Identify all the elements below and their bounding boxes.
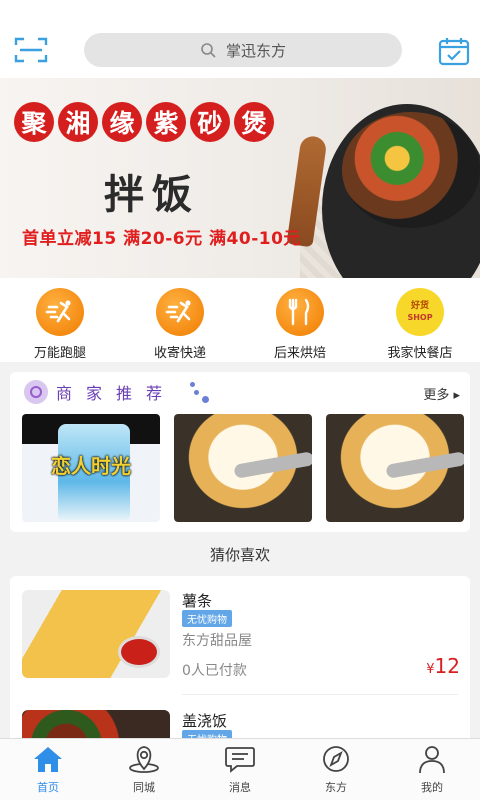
home-icon — [34, 747, 62, 772]
product-tag: 无忧购物 — [182, 610, 232, 627]
tab-local[interactable]: 同城 — [96, 739, 192, 800]
quick-item-label: 我家快餐店 — [387, 346, 453, 361]
banner-title-char: 缘 — [102, 102, 142, 142]
product-name: 盖浇饭 — [182, 712, 228, 730]
badge-shop-text: SHOP — [407, 313, 433, 322]
banner-promo-text: 首单立减15 满20-6元 满40-10元 — [22, 229, 301, 249]
banner-title-char: 砂 — [190, 102, 230, 142]
quick-item-fastfood[interactable]: 好货 SHOP 我家快餐店 — [360, 278, 480, 362]
quick-item-errand[interactable]: 万能跑腿 — [0, 278, 120, 362]
quick-item-label: 万能跑腿 — [33, 346, 86, 361]
merchant-card[interactable]: 恋人时光 — [22, 414, 160, 522]
product-list: 薯条 无忧购物 东方甜品屋 0人已付款 ¥12 盖浇饭 无忧购物 — [10, 576, 470, 746]
section-title-char: 家 — [86, 384, 103, 403]
banner-bibimbap-image — [342, 112, 480, 228]
merchant-recommend-section: 商家推荐 更多 ▸ 恋人时光 — [10, 372, 470, 532]
message-icon — [225, 747, 255, 773]
tab-profile[interactable]: 我的 — [384, 739, 480, 800]
section-title-char: 推 — [116, 384, 133, 403]
shop-badge-icon: 好货 SHOP — [396, 288, 444, 336]
runner-icon — [36, 288, 84, 336]
banner-title-char: 紫 — [146, 102, 186, 142]
user-icon — [419, 746, 445, 774]
banner-title: 聚 湘 缘 紫 砂 煲 — [14, 102, 278, 142]
quick-item-bakery[interactable]: 后来烘焙 — [240, 278, 360, 362]
quick-item-express[interactable]: 收寄快递 — [120, 278, 240, 362]
top-bar: 掌迅东方 — [0, 0, 480, 78]
section-title-char: 商 — [56, 384, 73, 403]
more-link[interactable]: 更多 ▸ — [423, 384, 460, 403]
compass-icon — [323, 746, 349, 772]
bottom-tab-bar: 首页 同城 消息 东方 我的 — [0, 738, 480, 800]
divider — [182, 694, 458, 695]
location-icon — [129, 746, 159, 773]
merchant-card[interactable] — [174, 414, 312, 522]
merchant-cards: 恋人时光 — [22, 414, 464, 522]
badge-top-text: 好货 — [410, 301, 429, 311]
tab-label: 东方 — [325, 781, 347, 794]
scan-icon[interactable] — [14, 36, 48, 64]
banner-title-char: 湘 — [58, 102, 98, 142]
merchant-recommend-header: 商家推荐 — [24, 380, 176, 404]
product-paid-count: 0人已付款 — [182, 663, 247, 679]
target-icon — [24, 380, 48, 404]
price-value: 12 — [434, 654, 460, 678]
search-icon — [201, 43, 216, 58]
tab-label: 首页 — [37, 781, 59, 794]
fork-knife-icon — [276, 288, 324, 336]
tab-label: 我的 — [421, 781, 443, 794]
banner-subtitle: 拌饭 — [104, 171, 200, 218]
product-image — [22, 590, 170, 678]
calendar-check-icon[interactable] — [438, 36, 470, 66]
price-currency: ¥ — [426, 662, 435, 677]
product-row[interactable]: 薯条 无忧购物 东方甜品屋 0人已付款 ¥12 — [10, 576, 470, 695]
merchant-card-caption: 恋人时光 — [51, 454, 131, 478]
banner-title-char: 煲 — [234, 102, 274, 142]
guess-you-like-title: 猜你喜欢 — [209, 546, 270, 564]
product-shop: 东方甜品屋 — [182, 633, 252, 649]
section-title: 商家推荐 — [56, 380, 176, 404]
section-title-char: 荐 — [146, 384, 163, 403]
decorative-dots — [188, 382, 209, 403]
tab-label: 消息 — [229, 781, 251, 794]
product-name: 薯条 — [182, 592, 213, 610]
dessert-image — [233, 451, 312, 479]
product-price: ¥12 — [426, 654, 460, 678]
promo-banner[interactable]: 聚 湘 缘 紫 砂 煲 拌饭 首单立减15 满20-6元 满40-10元 — [0, 78, 480, 278]
tab-home[interactable]: 首页 — [0, 739, 96, 800]
dessert-image — [385, 451, 464, 479]
quick-menu: 万能跑腿 收寄快递 后来烘焙 好货 SHOP 我家快餐店 — [0, 278, 480, 362]
tab-dongfang[interactable]: 东方 — [288, 739, 384, 800]
merchant-card[interactable] — [326, 414, 464, 522]
quick-item-label: 后来烘焙 — [273, 346, 326, 361]
banner-title-char: 聚 — [14, 102, 54, 142]
tab-messages[interactable]: 消息 — [192, 739, 288, 800]
quick-item-label: 收寄快递 — [153, 346, 206, 361]
tab-label: 同城 — [133, 781, 155, 794]
search-input[interactable]: 掌迅东方 — [226, 40, 286, 61]
delivery-runner-icon — [156, 288, 204, 336]
search-bar[interactable]: 掌迅东方 — [84, 33, 402, 67]
